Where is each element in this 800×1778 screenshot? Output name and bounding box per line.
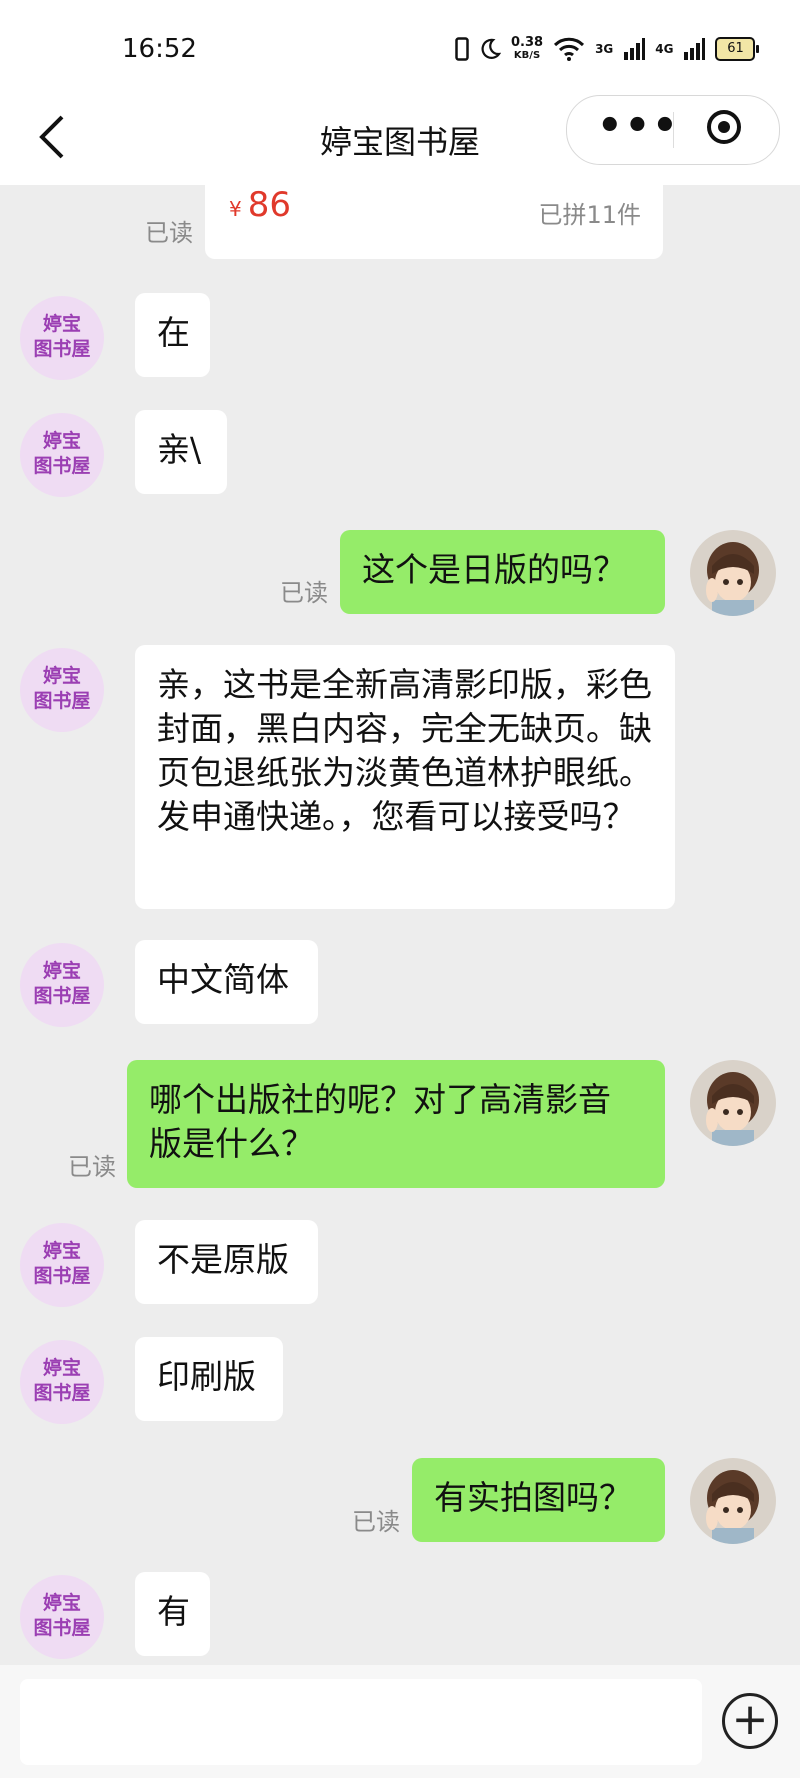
capsule-divider [673, 112, 674, 148]
wifi-icon [554, 37, 585, 61]
message-bubble-incoming[interactable]: 亲\ [135, 410, 227, 494]
product-sold-count: 已拼11件 [538, 201, 641, 229]
message-bubble-incoming[interactable]: 中文简体 [135, 940, 318, 1024]
input-bar: + [0, 1665, 800, 1778]
message-bubble-incoming[interactable]: 有 [135, 1572, 210, 1656]
avatar[interactable]: 婷宝 图书屋 [20, 413, 104, 497]
message-bubble-outgoing[interactable]: 这个是日版的吗？ [340, 530, 665, 614]
message-input[interactable] [20, 1679, 702, 1765]
avatar[interactable]: 婷宝 图书屋 [20, 296, 104, 380]
read-receipt: 已读 [145, 219, 193, 247]
avatar[interactable]: 婷宝 图书屋 [20, 943, 104, 1027]
avatar[interactable] [690, 1060, 776, 1146]
battery-icon: 61 [715, 37, 760, 61]
nav-bar: 婷宝图书屋 ••• [0, 95, 800, 185]
phone-icon [455, 37, 469, 61]
avatar[interactable] [690, 1458, 776, 1544]
avatar[interactable]: 婷宝 图书屋 [20, 1340, 104, 1424]
moon-icon [481, 38, 501, 59]
net-4g-label: 4G [655, 42, 674, 56]
avatar[interactable]: 婷宝 图书屋 [20, 648, 104, 732]
status-bar: 16:52 0.38 KB/S 3G 4G 61 [0, 0, 800, 95]
product-price: ¥86 [229, 185, 291, 225]
message-bubble-incoming[interactable]: 亲，这书是全新高清影印版，彩色封面，黑白内容，完全无缺页。缺页包退纸张为淡黄色道… [135, 645, 675, 909]
target-icon[interactable] [707, 110, 741, 144]
product-card[interactable]: ¥86 已拼11件 [205, 185, 663, 259]
user-avatar-image [690, 1458, 776, 1544]
read-receipt: 已读 [280, 579, 328, 607]
avatar[interactable]: 婷宝 图书屋 [20, 1223, 104, 1307]
chat-area[interactable]: 已读 ¥86 已拼11件 婷宝 图书屋 在 婷宝 图书屋 亲\ 已读 这个是日版的吗… [0, 185, 800, 1665]
read-receipt: 已读 [68, 1153, 116, 1181]
message-bubble-incoming[interactable]: 在 [135, 293, 210, 377]
net-3g-label: 3G [595, 42, 614, 56]
avatar[interactable]: 婷宝 图书屋 [20, 1575, 104, 1659]
signal-icon [684, 38, 706, 60]
user-avatar-image [690, 530, 776, 616]
status-icons: 0.38 KB/S 3G 4G 61 [455, 32, 760, 66]
more-dots-icon[interactable]: ••• [597, 104, 680, 148]
mini-program-capsule: ••• [566, 95, 780, 165]
message-bubble-outgoing[interactable]: 哪个出版社的呢？对了高清影音版是什么？ [127, 1060, 665, 1188]
status-time: 16:52 [122, 34, 197, 64]
message-bubble-outgoing[interactable]: 有实拍图吗？ [412, 1458, 665, 1542]
avatar[interactable] [690, 530, 776, 616]
signal-icon [624, 38, 646, 60]
user-avatar-image [690, 1060, 776, 1146]
read-receipt: 已读 [352, 1508, 400, 1536]
plus-circle-icon[interactable]: + [722, 1693, 778, 1749]
net-speed: 0.38 KB/S [511, 35, 544, 61]
message-bubble-incoming[interactable]: 印刷版 [135, 1337, 283, 1421]
message-bubble-incoming[interactable]: 不是原版 [135, 1220, 318, 1304]
